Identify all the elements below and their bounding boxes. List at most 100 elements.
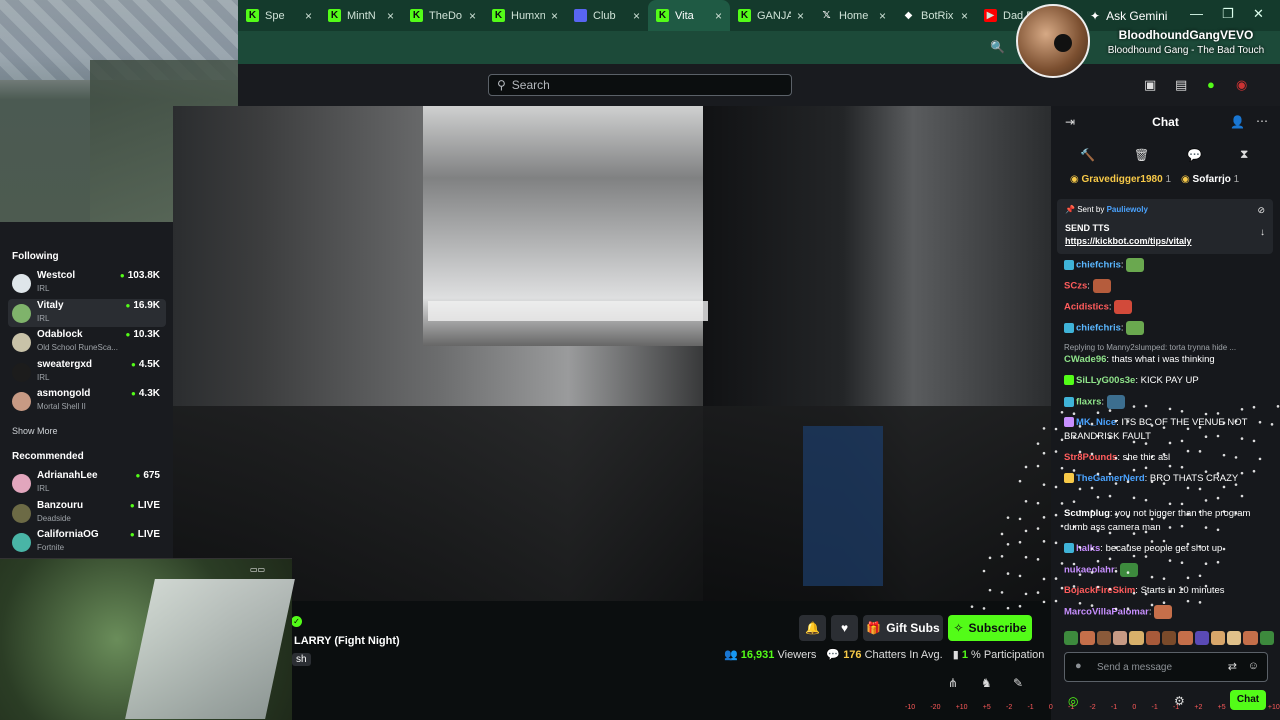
quick-emote-icon[interactable] [1080,631,1095,645]
quick-emote-icon[interactable] [1178,631,1193,645]
channel-category: Fortnite [37,543,65,552]
trash-icon[interactable]: 🗑 [1134,148,1149,162]
channel-name: Vitaly [37,299,64,311]
collapse-chat-icon[interactable]: ⇥ [1065,115,1075,129]
browser-tab[interactable]: K Vita × [648,0,730,31]
search-input[interactable]: ⚲ Search [488,74,792,96]
mod-hammer-icon[interactable]: 🔨 [1080,148,1095,162]
gift-leaderboard: ◉ Gravedigger1980 1 ◉ Sofarrjo 1 [1070,174,1280,188]
notification-bell-button[interactable]: 🔔 [799,615,826,641]
chat-username[interactable]: chiefchris [1076,260,1121,271]
channel-avatar [12,333,31,352]
tab-close-icon[interactable]: × [387,9,394,23]
quick-emote-icon[interactable] [1259,631,1275,645]
chat-settings-icon[interactable]: ⚙ [1174,694,1185,708]
browser-tab[interactable]: K TheDo × [402,0,484,31]
tab-close-icon[interactable]: × [551,9,558,23]
chat-username[interactable]: TheGamerNerd [1076,473,1145,484]
chat-username[interactable]: halks [1076,543,1100,554]
translate-icon[interactable]: ⇄ [1228,660,1237,673]
share-icon[interactable]: ⋔ [948,676,958,690]
tab-close-icon[interactable]: × [797,9,804,23]
sidebar-channel[interactable]: asmongold Mortal Shell II 4.3K [8,387,166,415]
chat-username[interactable]: flaxrs [1076,397,1101,408]
chat-username[interactable]: SiLLyG00s3e [1076,375,1135,386]
video-player[interactable] [173,106,1051,601]
chat-username[interactable]: MK_Nice [1076,417,1116,428]
gift-icon: 🎁 [866,621,882,635]
tab-close-icon[interactable]: × [715,9,722,23]
browser-tab[interactable]: ◆ BotRix × [894,0,976,31]
chat-username[interactable]: nukaeolahr [1064,565,1115,576]
chat-username[interactable]: chiefchris [1076,323,1121,334]
chat-username[interactable]: Str8Pounds [1064,452,1117,463]
quick-emote-icon[interactable] [1129,631,1144,645]
medal-icon: ◉ [1070,174,1079,185]
sidebar-channel[interactable]: Odablock Old School RuneSca... 10.3K [8,328,166,356]
follow-heart-button[interactable]: ♥ [831,615,858,641]
sidebar-channel[interactable]: Westcol IRL 103.8K [8,269,166,297]
pinned-user[interactable]: Pauliewoly [1107,205,1148,214]
tab-close-icon[interactable]: × [961,9,968,23]
edit-icon[interactable]: ✎ [1013,676,1023,690]
browser-tab[interactable]: K Humxn × [484,0,566,31]
points-icon[interactable]: ◎ [1068,694,1078,708]
expand-pin-icon[interactable]: ↓ [1260,227,1265,238]
chat-username[interactable]: MarcoVillaPalomar [1064,607,1149,618]
sidebar-channel[interactable]: sweatergxd IRL 4.5K [8,358,166,386]
more-options-icon[interactable]: ⋯ [1256,114,1268,128]
quick-emote-icon[interactable] [1161,631,1177,645]
quick-emote-icon[interactable] [1210,631,1226,645]
browser-tab-label: Spe [265,9,285,22]
tab-close-icon[interactable]: × [633,9,640,23]
subscribe-button[interactable]: ✧ Subscribe [948,615,1032,641]
chat-username[interactable]: Acidistics [1064,302,1109,313]
gift-subs-button[interactable]: 🎁 Gift Subs [863,615,943,641]
stream-category-tag[interactable]: sh [292,653,311,666]
quick-emote-icon[interactable] [1096,631,1111,645]
chat-send-button[interactable]: Chat [1230,690,1266,710]
pinned-link[interactable]: https://kickbot.com/tips/vitaly [1065,236,1192,246]
chat-input[interactable]: ● Send a message ⇄ ☺ [1064,652,1268,682]
chat-mode-icon[interactable]: 💬 [1187,148,1202,162]
browser-tab[interactable]: Club × [566,0,648,31]
show-more-link[interactable]: Show More [12,426,58,436]
browser-tab[interactable]: K MintN × [320,0,402,31]
sidebar-channel[interactable]: Banzouru Deadside LIVE [8,499,166,527]
quick-emote-icon[interactable] [1112,631,1128,645]
users-icon[interactable]: 👤 [1230,115,1245,129]
quick-emote-icon[interactable] [1064,631,1079,645]
browser-tab[interactable]: K GANJA × [730,0,812,31]
sidebar-channel[interactable]: Vitaly IRL 16.9K [8,298,166,327]
browser-tab[interactable]: 𝕏 Home × [812,0,894,31]
alert-icon[interactable]: ♞ [981,676,992,690]
browser-tab-label: Club [593,9,616,22]
sidebar-channel[interactable]: AdrianahLee IRL 675 [8,469,166,497]
zoom-search-icon[interactable]: 🔍 [990,40,1005,54]
browser-tab-label: GANJA [757,9,791,22]
sidebar-channel[interactable]: CaliforniaOG Fortnite LIVE [8,528,166,556]
eq-value: -20 [930,704,941,711]
tab-close-icon[interactable]: × [879,9,886,23]
chat-username[interactable]: Scumplug [1064,508,1110,519]
chat-username[interactable]: BojackFireSkim [1064,585,1135,596]
chat-user-icon[interactable]: ● [1075,660,1082,672]
timer-icon[interactable]: ⧗ [1240,147,1248,162]
quick-emote-icon[interactable] [1227,631,1242,645]
browser-tab[interactable]: K Spe × [238,0,320,31]
quick-emote-icon[interactable] [1243,631,1258,645]
quick-emote-icon[interactable] [1145,631,1160,645]
leaderboard-count: 1 [1233,174,1240,185]
leaderboard-entry[interactable]: ◉ Sofarrjo 1 [1181,174,1239,188]
kick-favicon-icon: K [656,9,669,22]
tab-close-icon[interactable]: × [305,9,312,23]
tab-close-icon[interactable]: × [469,9,476,23]
emoji-icon[interactable]: ☺ [1248,660,1259,672]
chat-message: BojackFireSkim: Starts in 10 minutes [1064,585,1225,596]
chat-username[interactable]: CWade96 [1064,354,1106,365]
chat-username[interactable]: SCzs [1064,281,1087,292]
leaderboard-entry[interactable]: ◉ Gravedigger1980 1 [1070,174,1171,188]
browser-tab-label: MintN [347,9,376,22]
quick-emote-icon[interactable] [1194,631,1209,645]
hide-pin-icon[interactable]: ⊘ [1257,205,1265,216]
